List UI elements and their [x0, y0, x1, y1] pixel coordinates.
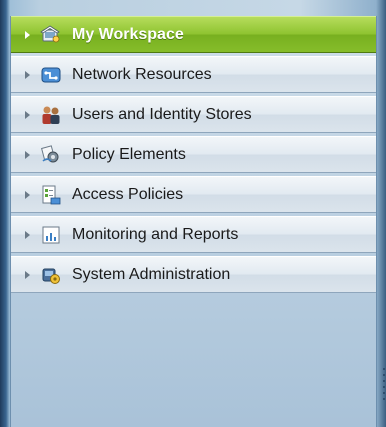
nav-item-access-policies[interactable]: Access Policies [11, 176, 376, 213]
admin-icon [40, 264, 62, 286]
workspace-icon [40, 24, 62, 46]
resize-grip-icon[interactable] [382, 368, 386, 408]
network-icon [40, 64, 62, 86]
nav-item-label: Access Policies [72, 185, 184, 203]
users-icon [40, 104, 62, 126]
expand-arrow-icon[interactable] [25, 70, 30, 79]
nav-item-policy-elements[interactable]: Policy Elements [11, 136, 376, 173]
nav-item-label: Users and Identity Stores [72, 105, 252, 123]
expand-arrow-icon[interactable] [25, 190, 30, 199]
nav-item-label: Monitoring and Reports [72, 225, 239, 243]
nav-item-label: Network Resources [72, 65, 212, 83]
reports-icon [40, 224, 62, 246]
expand-arrow-icon[interactable] [25, 270, 30, 279]
nav-item-network-resources[interactable]: Network Resources [11, 56, 376, 93]
nav-item-system-administration[interactable]: System Administration [11, 256, 376, 293]
nav-item-label: Policy Elements [72, 145, 186, 163]
policy-elements-icon [40, 144, 62, 166]
access-policies-icon [40, 184, 62, 206]
expand-arrow-icon[interactable] [25, 110, 30, 119]
navigation-panel: My Workspace Network Resources Users and… [10, 16, 377, 427]
nav-item-label: My Workspace [72, 25, 184, 43]
expand-arrow-icon[interactable] [25, 230, 30, 239]
nav-item-label: System Administration [72, 265, 231, 283]
nav-item-monitoring-reports[interactable]: Monitoring and Reports [11, 216, 376, 253]
expand-arrow-icon[interactable] [25, 150, 30, 159]
nav-item-users-identity-stores[interactable]: Users and Identity Stores [11, 96, 376, 133]
app-frame: My Workspace Network Resources Users and… [0, 0, 386, 427]
expand-arrow-icon[interactable] [25, 30, 30, 39]
nav-item-my-workspace[interactable]: My Workspace [11, 16, 376, 53]
